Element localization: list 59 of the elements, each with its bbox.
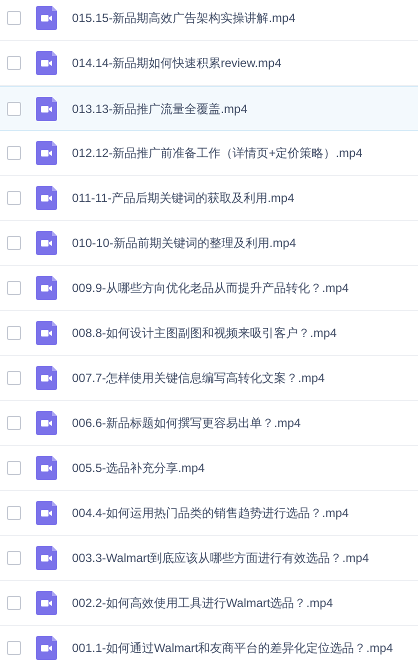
- file-row[interactable]: 012.12-新品推广前准备工作（详情页+定价策略）.mp4: [0, 131, 418, 176]
- video-file-icon: [36, 321, 57, 345]
- video-file-icon: [36, 276, 57, 300]
- file-name[interactable]: 009.9-从哪些方向优化老品从而提升产品转化？.mp4: [72, 279, 349, 297]
- file-name[interactable]: 004.4-如何运用热门品类的销售趋势进行选品？.mp4: [72, 504, 349, 522]
- file-row[interactable]: 004.4-如何运用热门品类的销售趋势进行选品？.mp4: [0, 491, 418, 536]
- file-name[interactable]: 010-10-新品前期关键词的整理及利用.mp4: [72, 234, 296, 252]
- file-name[interactable]: 013.13-新品推广流量全覆盖.mp4: [72, 100, 248, 118]
- checkbox[interactable]: [7, 416, 21, 430]
- file-row[interactable]: 013.13-新品推广流量全覆盖.mp4: [0, 86, 418, 131]
- video-file-icon: [36, 546, 57, 570]
- checkbox[interactable]: [7, 596, 21, 610]
- file-row[interactable]: 006.6-新品标题如何撰写更容易出单？.mp4: [0, 401, 418, 446]
- checkbox[interactable]: [7, 56, 21, 70]
- file-name[interactable]: 003.3-Walmart到底应该从哪些方面进行有效选品？.mp4: [72, 549, 369, 567]
- video-file-icon: [36, 636, 57, 660]
- file-row[interactable]: 005.5-选品补充分享.mp4: [0, 446, 418, 491]
- video-file-icon: [36, 141, 57, 165]
- file-name[interactable]: 015.15-新品期高效广告架构实操讲解.mp4: [72, 9, 296, 27]
- file-name[interactable]: 001.1-如何通过Walmart和友商平台的差异化定位选品？.mp4: [72, 639, 393, 657]
- file-row[interactable]: 001.1-如何通过Walmart和友商平台的差异化定位选品？.mp4: [0, 626, 418, 670]
- file-name[interactable]: 008.8-如何设计主图副图和视频来吸引客户？.mp4: [72, 324, 337, 342]
- video-file-icon: [36, 231, 57, 255]
- video-file-icon: [36, 591, 57, 615]
- video-file-icon: [36, 6, 57, 30]
- file-row[interactable]: 008.8-如何设计主图副图和视频来吸引客户？.mp4: [0, 311, 418, 356]
- file-row[interactable]: 003.3-Walmart到底应该从哪些方面进行有效选品？.mp4: [0, 536, 418, 581]
- checkbox[interactable]: [7, 551, 21, 565]
- checkbox[interactable]: [7, 326, 21, 340]
- checkbox[interactable]: [7, 236, 21, 250]
- checkbox[interactable]: [7, 461, 21, 475]
- video-file-icon: [36, 501, 57, 525]
- file-name[interactable]: 007.7-怎样使用关键信息编写高转化文案？.mp4: [72, 369, 325, 387]
- file-name[interactable]: 012.12-新品推广前准备工作（详情页+定价策略）.mp4: [72, 144, 362, 162]
- file-row[interactable]: 009.9-从哪些方向优化老品从而提升产品转化？.mp4: [0, 266, 418, 311]
- video-file-icon: [36, 411, 57, 435]
- video-file-icon: [36, 96, 57, 120]
- file-row[interactable]: 015.15-新品期高效广告架构实操讲解.mp4: [0, 0, 418, 41]
- file-row[interactable]: 011-11-产品后期关键词的获取及利用.mp4: [0, 176, 418, 221]
- file-row[interactable]: 007.7-怎样使用关键信息编写高转化文案？.mp4: [0, 356, 418, 401]
- video-file-icon: [36, 456, 57, 480]
- file-name[interactable]: 011-11-产品后期关键词的获取及利用.mp4: [72, 189, 294, 207]
- checkbox[interactable]: [7, 191, 21, 205]
- video-file-icon: [36, 366, 57, 390]
- file-name[interactable]: 006.6-新品标题如何撰写更容易出单？.mp4: [72, 414, 301, 432]
- file-name[interactable]: 002.2-如何高效使用工具进行Walmart选品？.mp4: [72, 594, 333, 612]
- checkbox[interactable]: [7, 641, 21, 655]
- checkbox[interactable]: [7, 11, 21, 25]
- file-name[interactable]: 014.14-新品期如何快速积累review.mp4: [72, 54, 282, 72]
- checkbox[interactable]: [7, 371, 21, 385]
- video-file-icon: [36, 51, 57, 75]
- video-file-icon: [36, 186, 57, 210]
- file-row[interactable]: 002.2-如何高效使用工具进行Walmart选品？.mp4: [0, 581, 418, 626]
- checkbox[interactable]: [7, 146, 21, 160]
- checkbox[interactable]: [7, 506, 21, 520]
- file-row[interactable]: 010-10-新品前期关键词的整理及利用.mp4: [0, 221, 418, 266]
- checkbox[interactable]: [7, 102, 21, 116]
- checkbox[interactable]: [7, 281, 21, 295]
- file-name[interactable]: 005.5-选品补充分享.mp4: [72, 459, 205, 477]
